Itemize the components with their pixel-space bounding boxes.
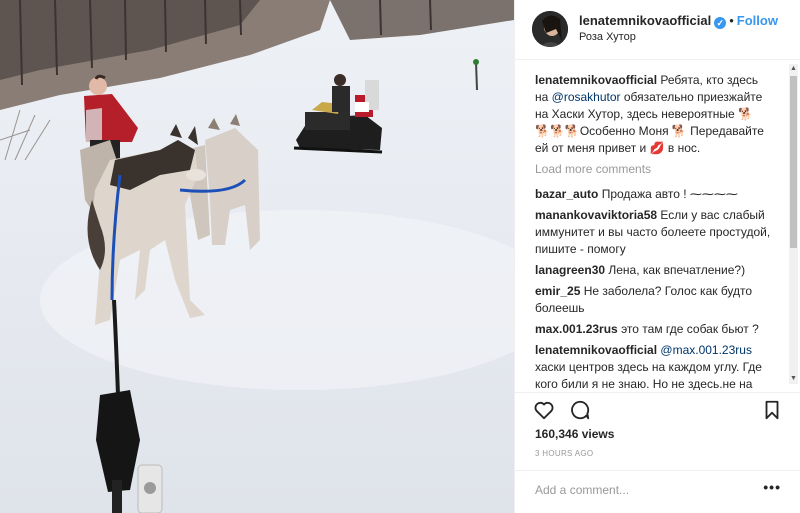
- scrollbar-thumb[interactable]: [790, 76, 797, 248]
- heart-icon[interactable]: [533, 399, 555, 426]
- comments-section[interactable]: lenatemnikovaofficial Ребята, кто здесь …: [515, 60, 800, 390]
- avatar[interactable]: [532, 11, 568, 47]
- add-comment-input[interactable]: Add a comment...: [535, 483, 629, 497]
- post-header: lenatemnikovaofficial ✓ • Follow Роза Хутор: [515, 0, 800, 60]
- comment-text: это там где собак бьют ?: [617, 322, 759, 336]
- username-link[interactable]: lenatemnikovaofficial: [579, 13, 711, 28]
- comment: max.001.23rus это там где собак бьют ?: [535, 321, 771, 338]
- comment: lenatemnikovaofficial @max.001.23rus хас…: [535, 342, 771, 390]
- bookmark-icon[interactable]: [761, 399, 783, 426]
- comment-username[interactable]: lenatemnikovaofficial: [535, 343, 657, 357]
- verified-badge-icon: ✓: [714, 17, 727, 29]
- separator-dot: •: [729, 13, 734, 28]
- post-timestamp: 3 HOURS AGO: [535, 449, 594, 458]
- action-bar: [515, 392, 800, 425]
- comment: bazar_auto Продажа авто ! ⁓⁓⁓⁓: [535, 186, 771, 203]
- comment-text: хаски центров здесь на каждом углу. Где …: [535, 360, 762, 390]
- comment-mention[interactable]: @max.001.23rus: [660, 343, 752, 357]
- comments-list: lenatemnikovaofficial Ребята, кто здесь …: [535, 72, 771, 390]
- caption-mention[interactable]: @rosakhutor: [552, 90, 621, 104]
- load-more-comments[interactable]: Load more comments: [535, 161, 771, 178]
- comment-username[interactable]: bazar_auto: [535, 187, 598, 201]
- comment: lanagreen30 Лена, как впечатление?): [535, 262, 771, 279]
- scroll-down-arrow-icon[interactable]: ▼: [790, 374, 797, 384]
- follow-button[interactable]: Follow: [737, 13, 778, 28]
- comment-text: Продажа авто ! ⁓⁓⁓⁓: [598, 187, 738, 201]
- caption: lenatemnikovaofficial Ребята, кто здесь …: [535, 72, 771, 157]
- comment-text: Лена, как впечатление?): [605, 263, 746, 277]
- caption-username[interactable]: lenatemnikovaofficial: [535, 73, 657, 87]
- scroll-up-arrow-icon[interactable]: ▲: [790, 64, 797, 74]
- comment-icon[interactable]: [569, 399, 591, 426]
- comment-username[interactable]: max.001.23rus: [535, 322, 618, 336]
- post-photo[interactable]: [0, 0, 514, 513]
- post-side-panel: lenatemnikovaofficial ✓ • Follow Роза Хутор…: [514, 0, 800, 513]
- comment-username[interactable]: emir_25: [535, 284, 580, 298]
- comment-username[interactable]: lanagreen30: [535, 263, 605, 277]
- location-link[interactable]: Роза Хутор: [579, 31, 636, 43]
- add-comment-bar: Add a comment... •••: [515, 470, 800, 513]
- header-username-line: lenatemnikovaofficial ✓ • Follow: [579, 13, 778, 29]
- comment: manankovaviktoria58 Если у вас слабый им…: [535, 207, 771, 258]
- husky-sled-photo: [0, 0, 514, 513]
- more-options-icon[interactable]: •••: [763, 479, 781, 495]
- avatar-image: [532, 11, 568, 47]
- views-count: 160,346 views: [535, 427, 615, 441]
- comments-scrollbar[interactable]: ▲ ▼: [789, 64, 798, 384]
- comment-username[interactable]: manankovaviktoria58: [535, 208, 657, 222]
- comment: emir_25 Не заболела? Голос как будто бол…: [535, 283, 771, 317]
